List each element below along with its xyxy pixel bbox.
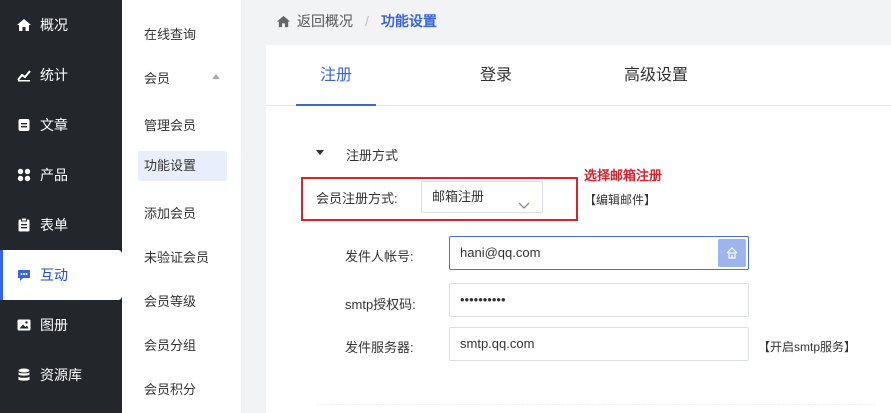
subnav-item-member-points[interactable]: 会员积分: [144, 379, 196, 398]
tab-register[interactable]: 注册: [296, 45, 376, 106]
sidebar-item-label: 互动: [40, 267, 68, 283]
image-icon: [16, 317, 32, 333]
sidebar-item-products[interactable]: 产品: [0, 150, 122, 200]
sidebar-item-label: 表单: [40, 217, 68, 233]
divider: [316, 404, 876, 405]
subnav-item-online-query[interactable]: 在线查询: [144, 24, 196, 43]
tab-login[interactable]: 登录: [456, 45, 536, 105]
secondary-nav: 在线查询 会员 管理会员 功能设置 添加会员 未验证会员 会员等级 会员分组 会…: [122, 0, 242, 413]
smtp-code-value: ••••••••••: [460, 292, 506, 307]
document-icon: [16, 117, 32, 133]
collapse-triangle-icon[interactable]: [316, 150, 324, 155]
subnav-item-manage-members[interactable]: 管理会员: [144, 115, 196, 134]
sidebar-item-gallery[interactable]: 图册: [0, 300, 122, 350]
server-label: 发件服务器:: [345, 340, 414, 355]
collapse-caret-icon[interactable]: [212, 74, 220, 79]
chat-icon: [16, 267, 32, 283]
subnav-item-unverified-members[interactable]: 未验证会员: [144, 247, 209, 266]
home-icon: [16, 17, 32, 33]
smtp-code-label: smtp授权码:: [345, 297, 416, 312]
sidebar-item-label: 图册: [40, 317, 68, 333]
edit-mail-link[interactable]: 【编辑邮件】: [584, 191, 656, 208]
reg-method-select[interactable]: 邮箱注册: [421, 181, 543, 213]
tab-bar: 注册 登录 高级设置: [266, 45, 891, 106]
sidebar-item-label: 文章: [40, 117, 68, 133]
sidebar-item-resources[interactable]: 资源库: [0, 350, 122, 400]
sidebar-item-interaction[interactable]: 互动: [0, 250, 122, 300]
chart-icon: [16, 67, 32, 83]
subnav-item-member-groups[interactable]: 会员分组: [144, 335, 196, 354]
server-value: smtp.qq.com: [460, 336, 535, 351]
keyboard-icon[interactable]: [718, 239, 746, 267]
sidebar-item-label: 统计: [40, 67, 68, 83]
smtp-code-input[interactable]: ••••••••••: [449, 283, 749, 317]
section-title: 注册方式: [346, 148, 399, 163]
server-input[interactable]: smtp.qq.com: [449, 327, 749, 361]
reg-method-label: 会员注册方式:: [316, 191, 398, 206]
sidebar-item-label: 资源库: [40, 367, 82, 383]
main-sidebar: 概况 统计 文章 产品 表单 互动 图册 资源库: [0, 0, 122, 413]
reg-method-value: 邮箱注册: [432, 189, 485, 204]
subnav-item-add-member[interactable]: 添加会员: [144, 203, 196, 222]
subnav-group-member[interactable]: 会员: [144, 68, 170, 87]
breadcrumb-back-link[interactable]: 返回概况: [297, 11, 353, 31]
clipboard-icon: [16, 217, 32, 233]
sender-value: hani@qq.com: [460, 245, 541, 260]
breadcrumb-current: 功能设置: [380, 13, 437, 29]
sidebar-item-articles[interactable]: 文章: [0, 100, 122, 150]
sidebar-item-forms[interactable]: 表单: [0, 200, 122, 250]
sidebar-item-label: 产品: [40, 167, 68, 183]
sidebar-item-stats[interactable]: 统计: [0, 50, 122, 100]
breadcrumb-separator: /: [365, 13, 369, 29]
tab-advanced-settings[interactable]: 高级设置: [606, 45, 706, 105]
home-icon[interactable]: [276, 14, 291, 29]
subnav-item-feature-settings[interactable]: 功能设置: [138, 151, 227, 181]
subnav-item-member-levels[interactable]: 会员等级: [144, 291, 196, 310]
sender-input[interactable]: hani@qq.com: [449, 236, 749, 270]
database-icon: [16, 367, 32, 383]
annotation-text: 选择邮箱注册: [584, 168, 663, 183]
breadcrumb: 返回概况 / 功能设置: [242, 0, 891, 42]
sidebar-item-overview[interactable]: 概况: [0, 0, 122, 50]
smtp-service-link[interactable]: 【开启smtp服务】: [758, 338, 856, 355]
sender-label: 发件人帐号:: [345, 249, 414, 264]
sidebar-item-label: 概况: [40, 17, 68, 33]
main-panel: 注册 登录 高级设置 注册方式 会员注册方式: 邮箱注册 选择邮箱注册 【编辑邮…: [266, 45, 891, 413]
chevron-down-icon: [518, 191, 530, 209]
grid-icon: [16, 167, 32, 183]
